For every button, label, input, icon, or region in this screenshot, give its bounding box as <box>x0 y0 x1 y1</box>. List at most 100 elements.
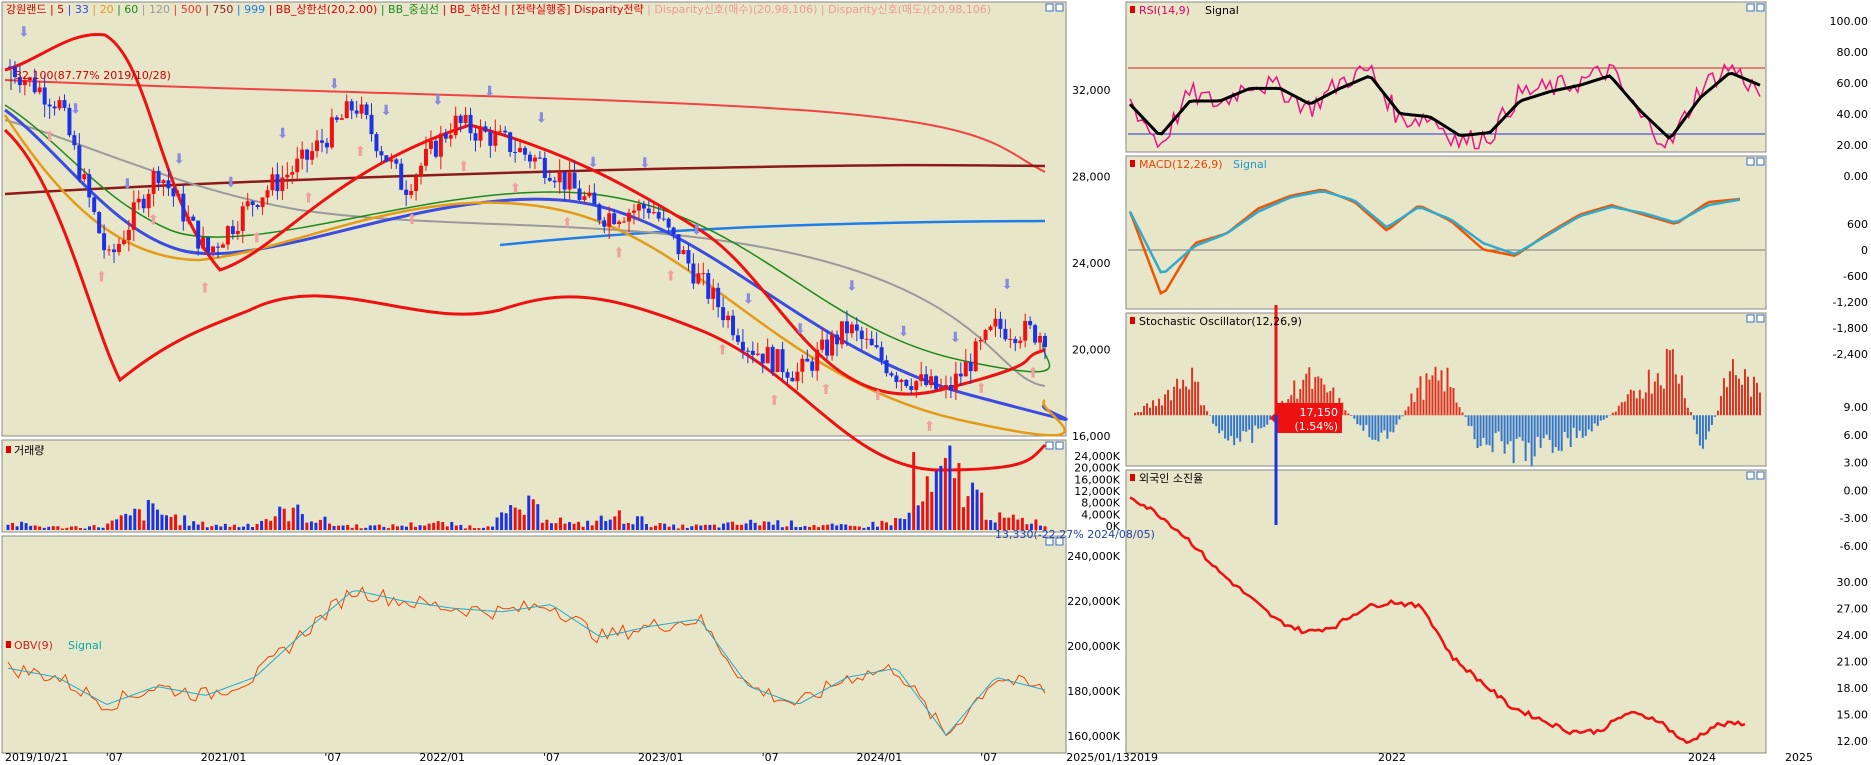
volume-bar <box>332 526 336 530</box>
volume-bar <box>24 523 28 530</box>
stoch-bar <box>1386 415 1389 439</box>
stoch-bar <box>1467 415 1470 426</box>
candle-body <box>691 263 696 284</box>
candle-body <box>409 190 414 195</box>
stoch-bar <box>1380 415 1383 433</box>
candle-body <box>612 213 617 224</box>
volume-bar <box>762 521 766 530</box>
candle-body <box>755 353 760 355</box>
sell-signal-marker: ⬇ <box>587 155 599 171</box>
candle-body <box>726 315 731 321</box>
candle-body <box>884 360 889 374</box>
volume-bar <box>558 517 562 530</box>
stoch-bar <box>1668 350 1671 416</box>
price-y-tick: 20,000 <box>1072 344 1111 357</box>
legend-item: | Disparity신호(매수)(20,98,106) <box>644 3 818 16</box>
candle-body <box>889 373 894 376</box>
sell-signal-marker: ⬇ <box>18 24 30 40</box>
candle-body <box>666 218 671 228</box>
stoch-bar <box>1641 398 1644 416</box>
candle-body <box>968 361 973 372</box>
stoch-bar <box>1182 379 1185 416</box>
candle-body <box>196 220 201 249</box>
candle-body <box>310 151 315 160</box>
volume-bar <box>568 522 572 530</box>
buy-signal-marker: ⬆ <box>147 213 159 229</box>
candle-body <box>57 100 62 109</box>
candle-body <box>552 180 557 183</box>
stoch-bar <box>1533 415 1536 457</box>
volume-bar <box>436 521 440 530</box>
volume-bar <box>214 524 218 530</box>
volume-bar <box>794 526 798 530</box>
candle-body <box>414 176 419 191</box>
volume-bar <box>554 523 558 530</box>
volume-bar <box>495 517 499 530</box>
foreign-y-tick: 24.00 <box>1837 629 1869 642</box>
candle-body <box>126 229 131 241</box>
volume-bar <box>948 445 952 530</box>
stoch-bar <box>1638 389 1641 416</box>
volume-bar <box>78 528 82 530</box>
buy-signal-marker: ⬆ <box>872 388 884 404</box>
stoch-bar <box>1686 407 1689 416</box>
candle-body <box>1023 320 1028 341</box>
volume-bar <box>536 504 540 530</box>
volume-bar <box>6 524 10 530</box>
buy-signal-marker: ⬆ <box>561 215 573 231</box>
volume-bar <box>531 499 535 530</box>
volume-bar <box>631 524 635 530</box>
stoch-bar <box>1617 405 1620 416</box>
volume-bar <box>196 524 200 530</box>
volume-bar <box>853 526 857 530</box>
volume-bar <box>368 525 372 530</box>
stoch-bar <box>1227 415 1230 441</box>
stoch-bar <box>1254 415 1257 426</box>
stoch-bar <box>1425 373 1428 416</box>
date-x-tick: '07 <box>543 751 560 764</box>
candle-body <box>983 329 988 341</box>
price-panel <box>1 1 1067 437</box>
candle-body <box>587 192 592 197</box>
candle-body <box>102 233 107 251</box>
stoch-bar <box>1635 398 1638 416</box>
candle-body <box>141 198 146 209</box>
candle-body <box>627 212 632 222</box>
stoch-bar <box>1662 388 1665 416</box>
candle-body <box>111 249 116 253</box>
volume-bar <box>174 514 178 530</box>
volume-bar <box>916 505 920 530</box>
candle-body <box>230 226 235 234</box>
volume-bar <box>866 526 870 530</box>
candle-body <box>211 246 216 253</box>
candle-body <box>334 117 339 120</box>
candle-body <box>488 131 493 146</box>
buy-signal-marker: ⬆ <box>975 381 987 397</box>
volume-bar <box>961 507 965 530</box>
macd-y-tick: -1,200 <box>1833 296 1868 309</box>
stoch-bar <box>1140 412 1143 416</box>
stoch-bar <box>1350 415 1353 417</box>
volume-y-tick: 0K <box>1106 520 1121 533</box>
stoch-y-tick: 6.00 <box>1844 429 1869 442</box>
date-x-tick: '07 <box>762 751 779 764</box>
volume-bar <box>694 524 698 530</box>
svg-text:RSI(14,9): RSI(14,9) <box>1139 4 1190 17</box>
sell-signal-marker: ⬇ <box>691 222 703 238</box>
candle-body <box>661 218 666 220</box>
candle-body <box>319 140 324 143</box>
volume-bar <box>767 521 771 530</box>
obv-y-tick: 240,000K <box>1067 550 1120 563</box>
candle-body <box>800 358 805 372</box>
volume-bar <box>65 527 69 530</box>
stoch-bar <box>1692 415 1695 420</box>
rsi-y-tick: 0.00 <box>1844 170 1869 183</box>
stoch-bar <box>1476 415 1479 448</box>
candle-body <box>146 193 151 209</box>
stoch-bar <box>1512 415 1515 464</box>
price-y-tick: 24,000 <box>1072 257 1111 270</box>
volume-bar <box>885 522 889 530</box>
stoch-bar <box>1353 415 1356 419</box>
volume-bar <box>808 526 812 530</box>
stoch-bar <box>1584 415 1587 436</box>
